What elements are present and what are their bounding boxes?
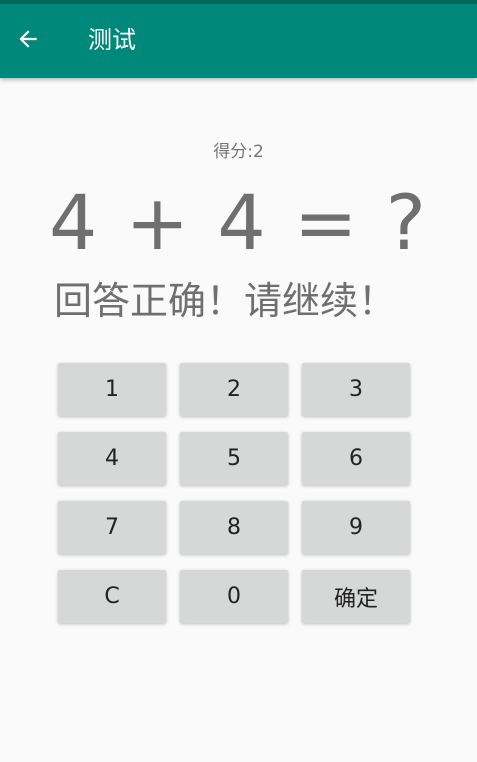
- key-8-button[interactable]: 8: [180, 501, 288, 554]
- back-button[interactable]: [10, 21, 46, 57]
- app-bar: 测试: [0, 4, 477, 78]
- key-9-button[interactable]: 9: [302, 501, 410, 554]
- clear-button[interactable]: C: [58, 570, 166, 623]
- key-4-button[interactable]: 4: [58, 432, 166, 485]
- key-7-button[interactable]: 7: [58, 501, 166, 554]
- arrow-left-icon: [19, 30, 37, 48]
- key-5-button[interactable]: 5: [180, 432, 288, 485]
- feedback-text: 回答正确！请继续！: [53, 279, 396, 323]
- key-3-button[interactable]: 3: [302, 363, 410, 416]
- question-text: 4 + 4 = ?: [48, 178, 429, 267]
- key-0-button[interactable]: 0: [180, 570, 288, 623]
- key-2-button[interactable]: 2: [180, 363, 288, 416]
- key-6-button[interactable]: 6: [302, 432, 410, 485]
- key-1-button[interactable]: 1: [58, 363, 166, 416]
- score-label: 得分:2: [213, 142, 264, 162]
- keypad: 1 2 3 4 5 6 7 8 9 C 0 确定: [58, 363, 410, 623]
- confirm-button[interactable]: 确定: [302, 570, 410, 623]
- page-title: 测试: [88, 26, 136, 54]
